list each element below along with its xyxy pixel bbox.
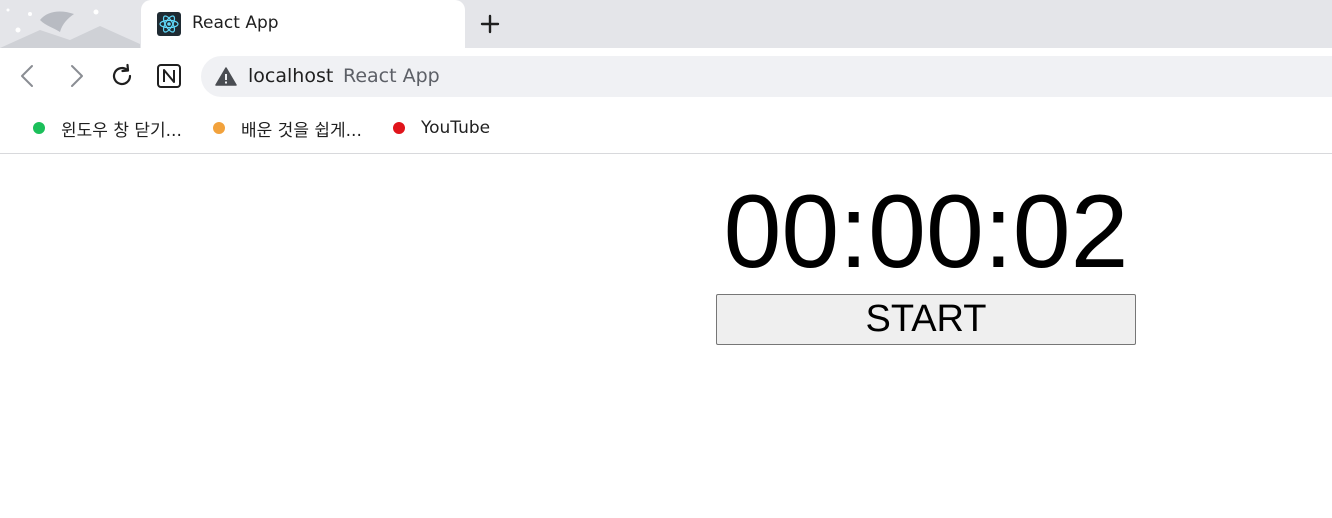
- address-bar[interactable]: localhost React App: [201, 56, 1332, 97]
- bookmark-item-youtube[interactable]: YouTube: [393, 117, 490, 139]
- bookmark-label: 배운 것을 쉽게...: [241, 120, 362, 141]
- browser-toolbar: localhost React App: [0, 48, 1332, 104]
- plus-icon[interactable]: [476, 10, 504, 38]
- bookmark-label: YouTube: [421, 118, 491, 138]
- browser-theme-art: [0, 0, 140, 48]
- bookmark-item[interactable]: 배운 것을 쉽게...: [213, 117, 362, 141]
- url-host: localhost: [248, 65, 334, 87]
- bookmark-dot-icon: [33, 122, 45, 134]
- url-page-title: React App: [343, 65, 440, 87]
- tab-title: React App: [192, 13, 279, 33]
- bookmark-dot-icon: [213, 122, 225, 134]
- timer-display: 00:00:02: [723, 174, 1129, 290]
- bookmark-item[interactable]: 윈도우 창 닫기...: [33, 117, 182, 141]
- bookmark-label: 윈도우 창 닫기...: [61, 120, 182, 141]
- chevron-right-icon[interactable]: [60, 60, 92, 92]
- active-tab[interactable]: React App: [141, 0, 465, 48]
- notion-icon[interactable]: [153, 60, 185, 92]
- start-button[interactable]: START: [716, 294, 1136, 345]
- reload-icon[interactable]: [106, 60, 138, 92]
- warning-triangle-icon[interactable]: [215, 66, 237, 88]
- react-logo-icon: [157, 12, 181, 36]
- page-content: 00:00:02 START: [0, 155, 1332, 518]
- bookmark-dot-icon: [393, 122, 405, 134]
- bookmarks-bar: 윈도우 창 닫기... 배운 것을 쉽게... YouTube: [0, 104, 1332, 154]
- chevron-left-icon[interactable]: [12, 60, 44, 92]
- tab-strip: React App: [0, 0, 1332, 48]
